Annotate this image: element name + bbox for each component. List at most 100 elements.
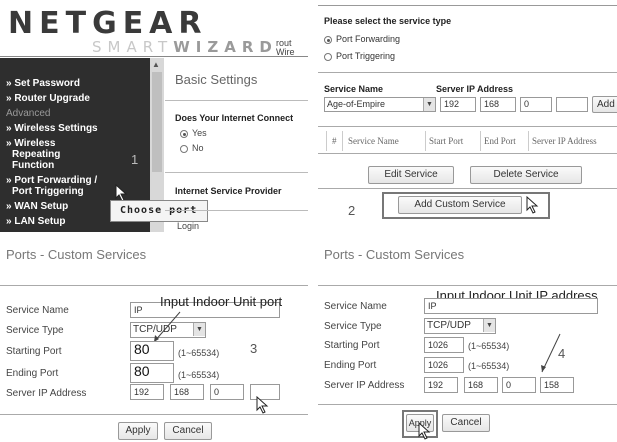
service-type-label: Service Type <box>324 321 382 332</box>
isp-label: Internet Service Provider <box>175 186 282 196</box>
service-name-label: Service Name <box>324 84 384 94</box>
sidebar-scrollbar-thumb[interactable] <box>152 72 162 172</box>
header-divider <box>0 56 308 57</box>
sidebar-item-lan-setup[interactable]: » LAN Setup <box>6 216 65 228</box>
header-side-text: rout Wire <box>276 38 295 57</box>
chevron-down-icon[interactable]: ▼ <box>423 98 435 111</box>
column-divider <box>342 131 343 151</box>
cancel-button[interactable]: Cancel <box>164 422 212 440</box>
mouse-cursor-icon <box>256 396 269 414</box>
ip-octet-1[interactable]: 192 <box>440 97 476 112</box>
ip-octet-4[interactable] <box>556 97 588 112</box>
step-number-1: 1 <box>131 152 139 167</box>
chevron-down-icon[interactable]: ▼ <box>193 323 205 336</box>
radio-button-icon[interactable] <box>324 35 332 44</box>
divider <box>318 188 617 189</box>
ending-port-input[interactable]: 80 <box>130 363 174 383</box>
divider <box>318 404 617 405</box>
ip-octet-3[interactable]: 0 <box>210 384 244 400</box>
service-type-label: Service Type <box>6 325 64 336</box>
divider <box>165 100 308 101</box>
radio-button-icon[interactable] <box>180 144 188 153</box>
page-title-custom-services: Ports - Custom Services <box>6 247 147 262</box>
ending-port-input[interactable]: 1026 <box>424 357 464 373</box>
service-type-question: Please select the service type <box>324 16 452 26</box>
service-name-label: Service Name <box>6 305 69 316</box>
starting-port-label: Starting Port <box>324 340 380 351</box>
panel-custom-services-port: Ports - Custom Services Service Name IP … <box>0 238 308 442</box>
sidebar-item-port-triggering[interactable]: Port Triggering <box>12 186 84 198</box>
server-ip-label: Server IP Address <box>436 84 514 94</box>
starting-port-label: Starting Port <box>6 346 62 357</box>
smartwizard-logo: SMARTWIZARD <box>92 38 278 56</box>
column-divider <box>326 131 327 151</box>
sidebar-item-cutoff <box>6 60 8 72</box>
service-name-select[interactable]: Age-of-Empire ▼ <box>324 97 436 112</box>
column-divider <box>480 131 481 151</box>
page-title-custom-services: Ports - Custom Services <box>324 247 465 262</box>
server-ip-label: Server IP Address <box>6 388 87 399</box>
add-custom-service-button[interactable]: Add Custom Service <box>398 196 522 214</box>
edit-service-button[interactable]: Edit Service <box>368 166 454 184</box>
divider <box>318 285 617 286</box>
service-name-input[interactable]: IP <box>424 298 598 314</box>
step-number-2: 2 <box>348 203 356 218</box>
column-divider <box>528 131 529 151</box>
mouse-cursor-icon <box>526 196 539 214</box>
divider <box>0 414 308 415</box>
column-header-server-ip: Server IP Address <box>532 136 597 146</box>
radio-no[interactable]: No <box>180 143 204 153</box>
panel-router-menu: NETGEAR SMARTWIZARD rout Wire » Set Passw… <box>0 0 308 232</box>
delete-service-button[interactable]: Delete Service <box>470 166 582 184</box>
divider <box>0 285 308 286</box>
radio-button-icon[interactable] <box>180 129 188 138</box>
radio-port-forwarding[interactable]: Port Forwarding <box>324 34 400 44</box>
panel-custom-services-ip: Ports - Custom Services Input Indoor Uni… <box>318 238 617 442</box>
ip-octet-2[interactable]: 168 <box>464 377 498 393</box>
choose-port-tooltip: Choose port <box>110 200 208 222</box>
radio-yes[interactable]: Yes <box>180 128 207 138</box>
ip-octet-4[interactable]: 158 <box>540 377 574 393</box>
scroll-up-arrow-icon[interactable]: ▲ <box>152 60 160 69</box>
sidebar-item-wireless-repeating-line3[interactable]: Function <box>12 160 54 172</box>
internet-connection-question: Does Your Internet Connect <box>175 113 294 123</box>
apply-button[interactable]: Apply <box>118 422 158 440</box>
divider <box>165 210 308 211</box>
cancel-button[interactable]: Cancel <box>442 414 490 432</box>
ip-octet-2[interactable]: 168 <box>480 97 516 112</box>
ip-octet-3[interactable]: 0 <box>502 377 536 393</box>
column-header-service-name: Service Name <box>348 136 399 146</box>
radio-button-icon[interactable] <box>324 52 332 61</box>
services-table-header: # Service Name Start Port End Port Serve… <box>318 126 617 154</box>
sidebar-item-wireless-settings[interactable]: » Wireless Settings <box>6 123 98 135</box>
ip-octet-1[interactable]: 192 <box>424 377 458 393</box>
sidebar-item-wan-setup[interactable]: » WAN Setup <box>6 201 68 213</box>
ip-octet-2[interactable]: 168 <box>170 384 204 400</box>
sidebar-section-advanced: Advanced <box>6 108 51 119</box>
sidebar-item-router-upgrade[interactable]: » Router Upgrade <box>6 93 90 105</box>
divider <box>318 5 617 6</box>
starting-port-range: (1~65534) <box>468 341 510 351</box>
starting-port-range: (1~65534) <box>178 348 220 358</box>
starting-port-input[interactable]: 80 <box>130 341 174 361</box>
starting-port-input[interactable]: 1026 <box>424 337 464 353</box>
add-button[interactable]: Add <box>592 96 617 113</box>
column-header-end-port: End Port <box>484 136 516 146</box>
sidebar-item-set-password[interactable]: » Set Password <box>6 78 80 90</box>
mouse-cursor-icon <box>418 422 431 440</box>
ending-port-label: Ending Port <box>324 360 377 371</box>
divider <box>318 72 617 73</box>
login-label: Login <box>177 221 200 231</box>
column-header-start-port: Start Port <box>429 136 464 146</box>
radio-port-triggering[interactable]: Port Triggering <box>324 51 395 61</box>
service-name-label: Service Name <box>324 301 387 312</box>
ip-octet-1[interactable]: 192 <box>130 384 164 400</box>
annotation-arrow-icon <box>541 333 561 373</box>
chevron-down-icon[interactable]: ▼ <box>483 319 495 332</box>
ip-octet-3[interactable]: 0 <box>520 97 552 112</box>
service-type-select[interactable]: TCP/UDP ▼ <box>424 318 496 334</box>
ending-port-range: (1~65534) <box>178 370 220 380</box>
panel-port-forwarding: Please select the service type Port Forw… <box>318 0 617 232</box>
server-ip-label: Server IP Address <box>324 380 405 391</box>
instruction-input-port: Input Indoor Unit port <box>160 294 283 309</box>
